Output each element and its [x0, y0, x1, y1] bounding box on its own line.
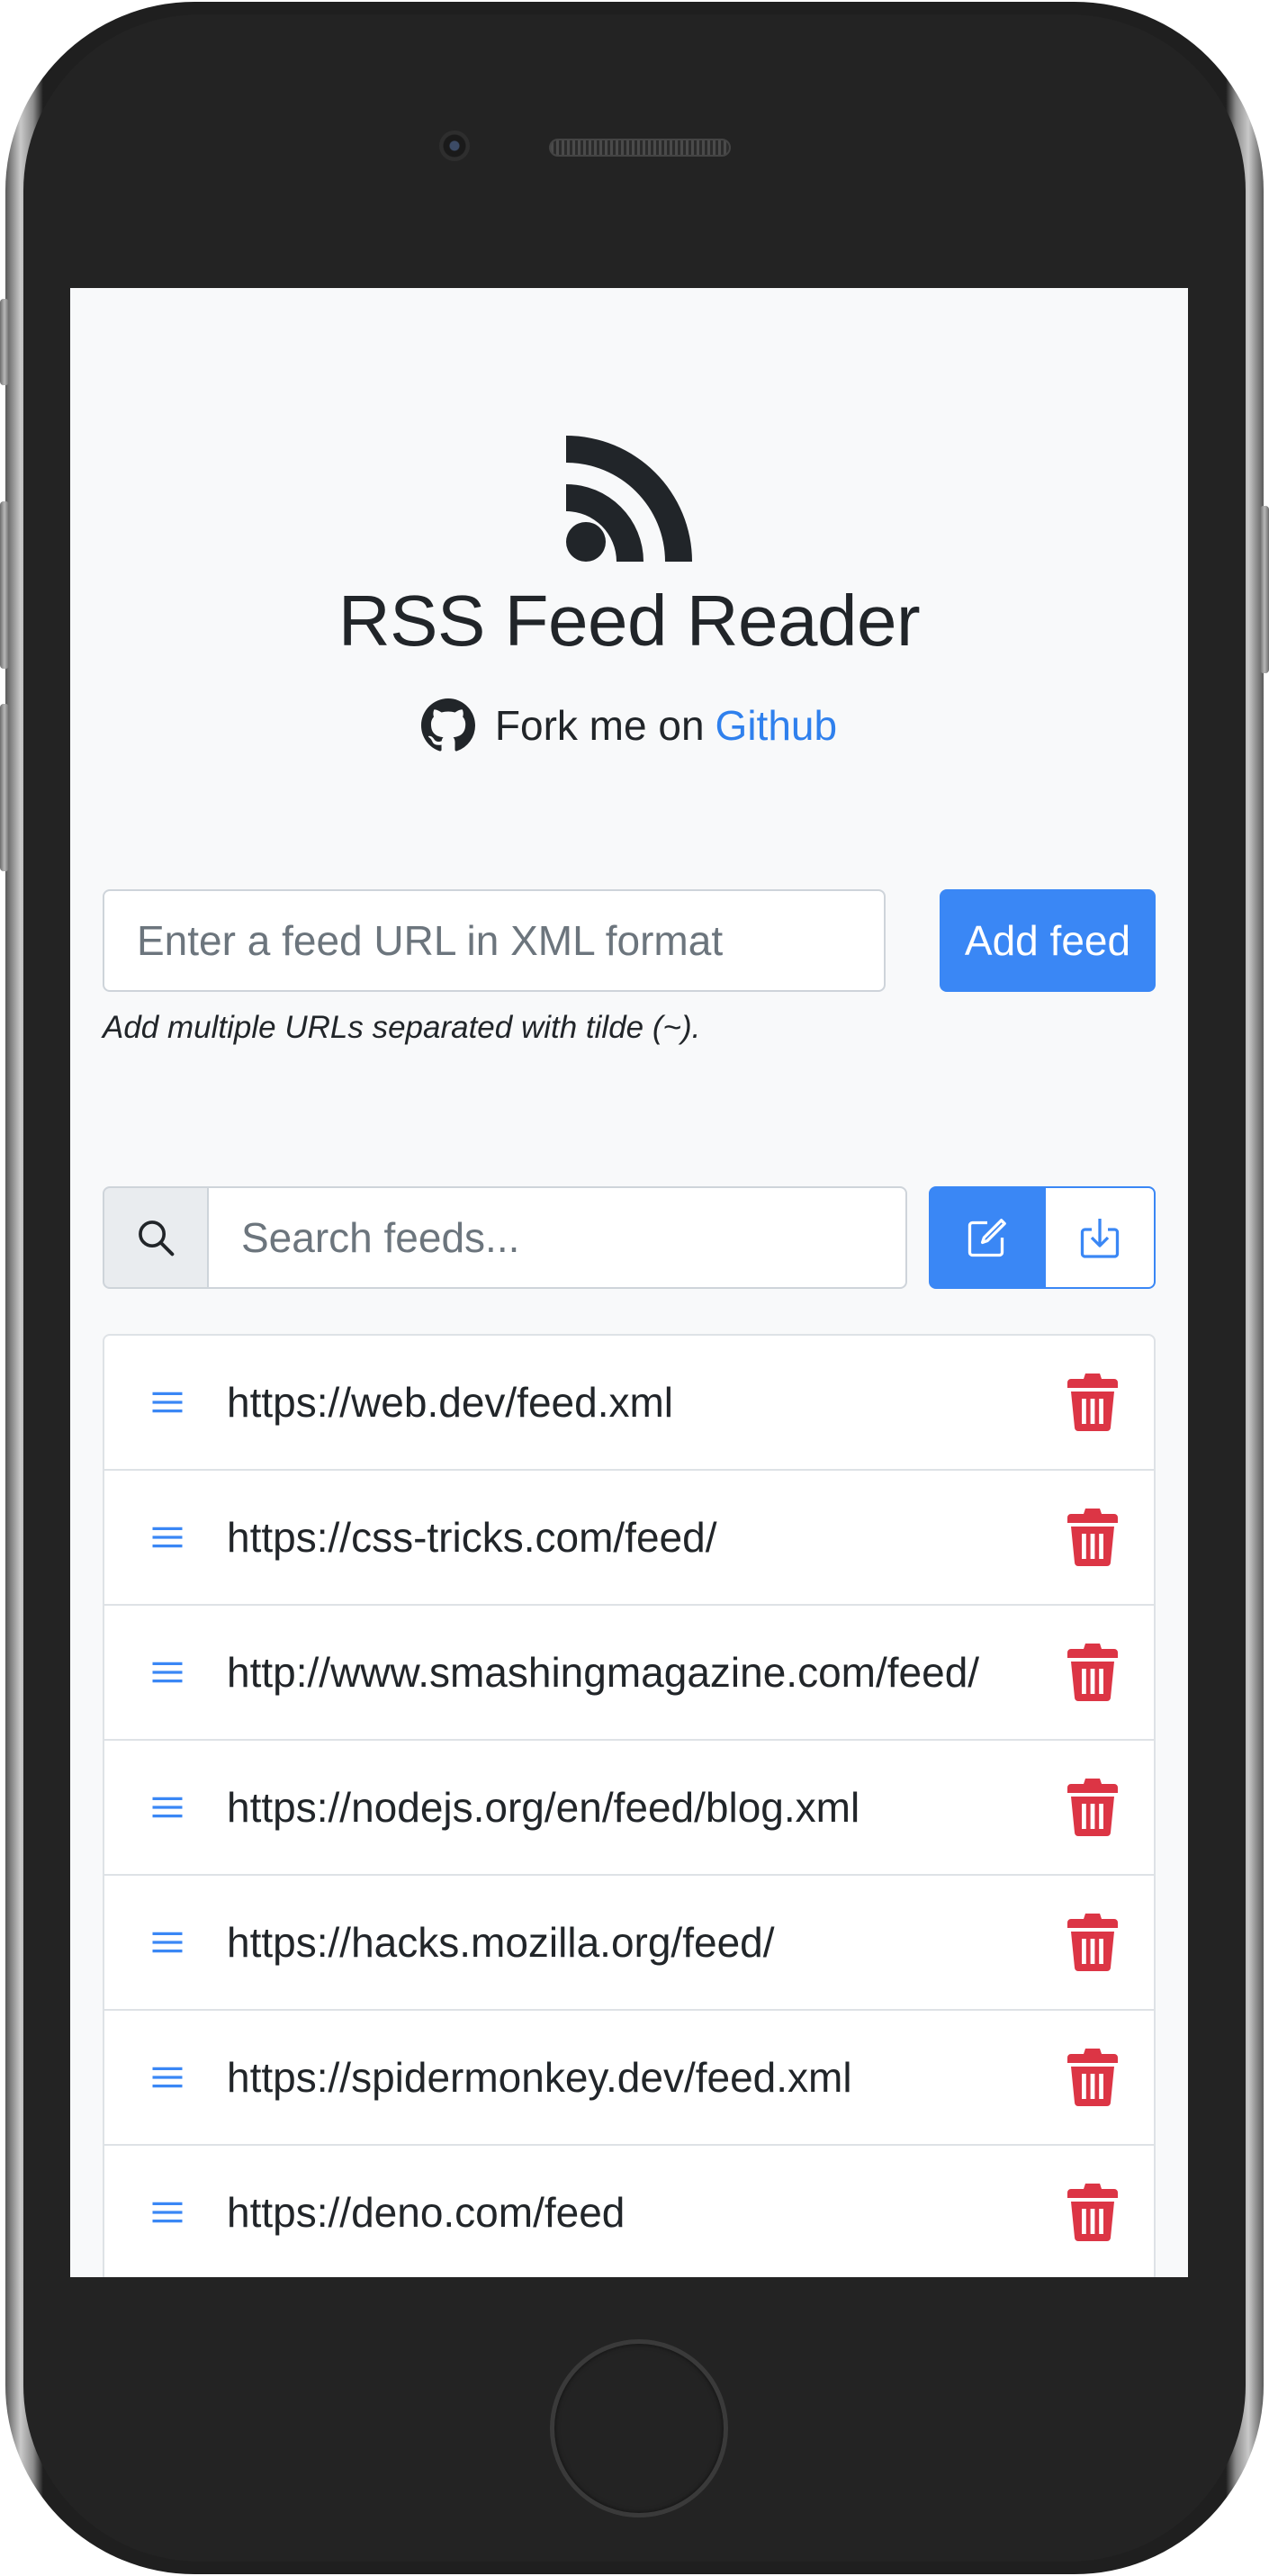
trash-icon[interactable]	[1067, 1913, 1118, 1972]
add-feed-button[interactable]: Add feed	[940, 889, 1156, 992]
feed-url[interactable]: https://css-tricks.com/feed/	[227, 1510, 1019, 1564]
trash-icon[interactable]	[1067, 2048, 1118, 2107]
fork-row: Fork me on Github	[70, 698, 1188, 752]
drag-handle-icon[interactable]	[148, 2193, 187, 2232]
feed-url[interactable]: http://www.smashingmagazine.com/feed/	[227, 1645, 1019, 1699]
earpiece-speaker	[549, 139, 731, 157]
drag-handle-icon[interactable]	[148, 1788, 187, 1827]
search-row	[103, 1186, 1156, 1289]
volume-down-button	[0, 704, 9, 871]
feed-url[interactable]: https://web.dev/feed.xml	[227, 1375, 1019, 1429]
feed-list-item: https://hacks.mozilla.org/feed/	[104, 1876, 1154, 2011]
feed-url[interactable]: https://deno.com/feed	[227, 2185, 1019, 2239]
search-icon	[139, 1220, 175, 1256]
feed-url[interactable]: https://nodejs.org/en/feed/blog.xml	[227, 1780, 1019, 1834]
edit-icon	[968, 1219, 1006, 1257]
trash-icon[interactable]	[1067, 2183, 1118, 2242]
front-camera	[439, 131, 470, 161]
fork-text: Fork me on	[494, 702, 705, 749]
download-icon	[1080, 1219, 1120, 1258]
home-button[interactable]	[550, 2339, 728, 2517]
add-feed-row: Add feed	[103, 889, 1156, 992]
feed-list-item: https://css-tricks.com/feed/	[104, 1471, 1154, 1606]
feed-url[interactable]: https://hacks.mozilla.org/feed/	[227, 1915, 1019, 1969]
feed-url-input[interactable]	[103, 889, 886, 992]
add-feed-help-text: Add multiple URLs separated with tilde (…	[103, 1010, 701, 1045]
power-button	[1260, 506, 1269, 673]
search-feeds-input[interactable]	[207, 1186, 907, 1289]
mute-switch	[0, 299, 9, 385]
drag-handle-icon[interactable]	[148, 1923, 187, 1962]
feed-list: https://web.dev/feed.xml https://css-tri…	[103, 1334, 1156, 2277]
drag-handle-icon[interactable]	[148, 1383, 187, 1422]
feed-list-item: https://spidermonkey.dev/feed.xml	[104, 2011, 1154, 2146]
feed-list-item: https://nodejs.org/en/feed/blog.xml	[104, 1741, 1154, 1876]
trash-icon[interactable]	[1067, 1508, 1118, 1567]
drag-handle-icon[interactable]	[148, 2058, 187, 2097]
edit-feeds-button[interactable]	[929, 1186, 1046, 1289]
drag-handle-icon[interactable]	[148, 1653, 187, 1692]
feed-list-item: https://deno.com/feed	[104, 2146, 1154, 2277]
feed-url[interactable]: https://spidermonkey.dev/feed.xml	[227, 2050, 1019, 2104]
app-screen: RSS Feed Reader Fork me on Github Add fe…	[70, 288, 1188, 2277]
download-feeds-button[interactable]	[1046, 1186, 1156, 1289]
github-link[interactable]: Github	[716, 698, 838, 752]
search-addon	[103, 1186, 209, 1289]
feed-list-item: http://www.smashingmagazine.com/feed/	[104, 1606, 1154, 1741]
volume-up-button	[0, 501, 9, 669]
trash-icon[interactable]	[1067, 1778, 1118, 1837]
rss-icon	[566, 436, 692, 562]
github-icon	[420, 698, 475, 752]
feed-actions-group	[929, 1186, 1156, 1289]
page-title: RSS Feed Reader	[338, 581, 921, 661]
trash-icon[interactable]	[1067, 1643, 1118, 1702]
feed-list-item: https://web.dev/feed.xml	[104, 1336, 1154, 1471]
drag-handle-icon[interactable]	[148, 1518, 187, 1557]
trash-icon[interactable]	[1067, 1373, 1118, 1432]
